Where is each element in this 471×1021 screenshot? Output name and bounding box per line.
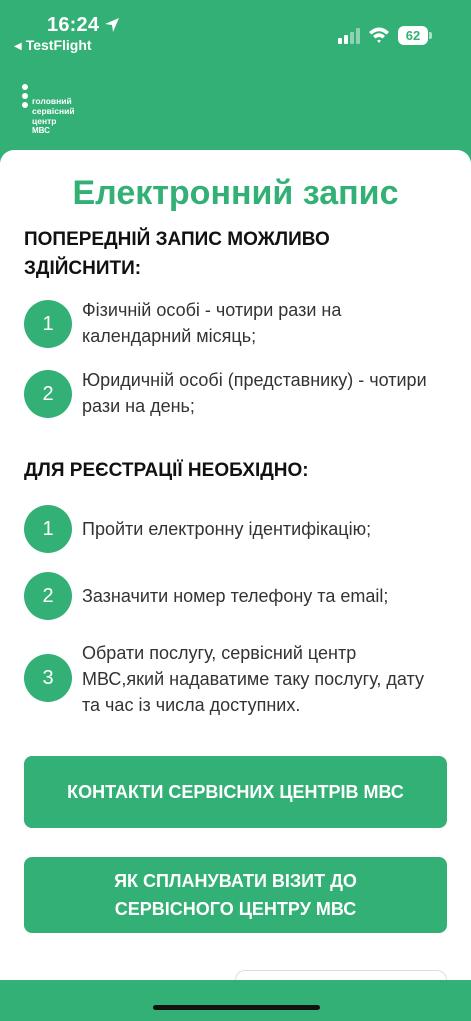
back-to-testflight-link[interactable]: ◀ TestFlight (14, 37, 92, 53)
home-indicator[interactable] (153, 1005, 320, 1010)
status-bar: 16:24 ◀ TestFlight 62 (0, 0, 471, 56)
logo-dots-icon (20, 84, 30, 114)
step-number-badge: 2 (24, 572, 72, 620)
list-item: 3 Обрати послугу, сервісний центр МВС,як… (24, 643, 444, 715)
content-card: Електронний запис ПОПЕРЕДНІЙ ЗАПИС МОЖЛИ… (0, 150, 471, 990)
list-item-text: Пройти електронну ідентифікацію; (82, 519, 372, 539)
list-item: 2 Зазначити номер телефону та email; (24, 572, 444, 620)
step-number-badge: 1 (24, 505, 72, 553)
logo-line: сервісний (32, 106, 75, 116)
section-heading-registration: ДЛЯ РЕЄСТРАЦІЇ НЕОБХІДНО: (24, 460, 309, 481)
list-item-text: Фізичній особі - чотири рази на календар… (82, 300, 342, 346)
back-triangle-icon: ◀ (14, 41, 22, 52)
back-link-label: TestFlight (25, 37, 92, 53)
page-title: Електронний запис (72, 174, 399, 212)
status-time: 16:24 (47, 14, 100, 36)
cellular-signal-icon (338, 28, 360, 44)
battery-level: 62 (398, 26, 428, 45)
wifi-icon (369, 27, 389, 43)
step-number-badge: 1 (24, 300, 72, 348)
logo-line: центр (32, 116, 57, 126)
contacts-service-centers-button[interactable]: КОНТАКТИ СЕРВІСНИХ ЦЕНТРІВ МВС (24, 756, 447, 828)
section-heading-prebooking: ПОПЕРЕДНІЙ ЗАПИС МОЖЛИВО ЗДІЙСНИТИ: (24, 229, 330, 279)
logo-dot (22, 102, 28, 108)
list-item: 1 Пройти електронну ідентифікацію; (24, 505, 444, 553)
list-item: 1 Фізичній особі - чотири рази на календ… (24, 300, 444, 348)
step-number-badge: 3 (24, 654, 72, 702)
logo-dot (22, 84, 28, 90)
bottom-bar (0, 980, 471, 1021)
battery-tip (429, 32, 432, 39)
list-item-text: Юридичній особі (представнику) - чотири … (82, 370, 427, 416)
battery-indicator: 62 (398, 26, 432, 45)
logo-text: головний сервісний центр МВС (32, 96, 75, 136)
service-center-logo: головний сервісний центр МВС (20, 84, 100, 140)
location-arrow-icon (105, 18, 119, 32)
logo-dot (22, 93, 28, 99)
step-number-badge: 2 (24, 370, 72, 418)
plan-visit-button[interactable]: ЯК СПЛАНУВАТИ ВІЗИТ ДО СЕРВІСНОГО ЦЕНТРУ… (24, 857, 447, 933)
list-item-text: Зазначити номер телефону та email; (82, 586, 389, 606)
list-item: 2 Юридичній особі (представнику) - чотир… (24, 370, 444, 418)
logo-line: МВС (32, 126, 50, 135)
list-item-text: Обрати послугу, сервісний центр МВС,який… (82, 643, 424, 715)
logo-line: головний (32, 96, 72, 106)
